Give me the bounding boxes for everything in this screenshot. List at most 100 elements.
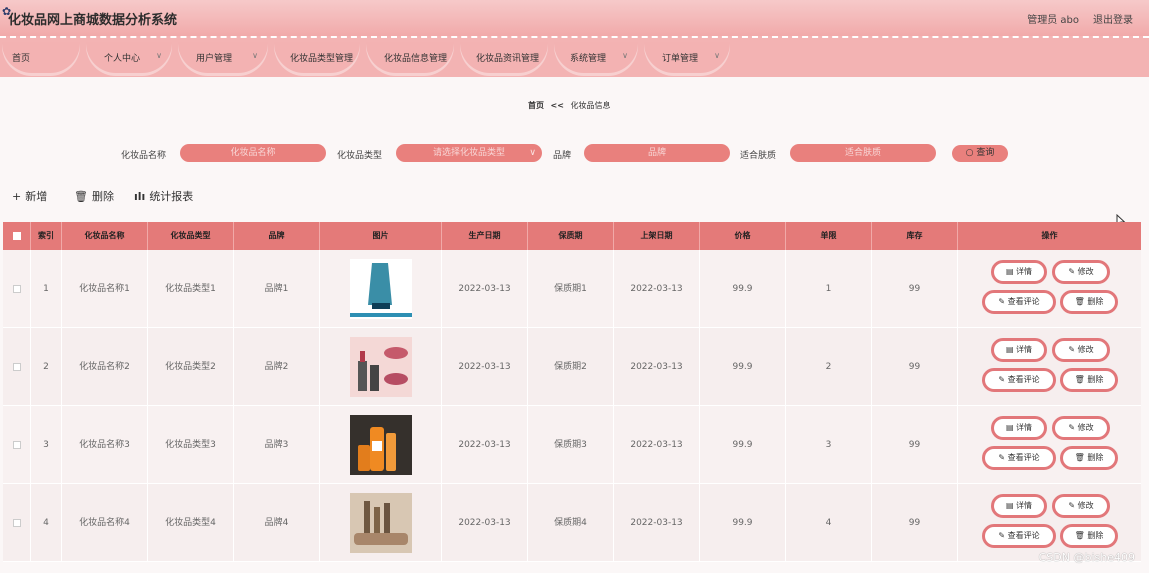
comments-button[interactable]: ✎ 查看评论 <box>982 290 1056 314</box>
row-checkbox-cell <box>3 328 31 406</box>
comments-button[interactable]: ✎ 查看评论 <box>982 446 1056 470</box>
detail-button[interactable]: ▤ 详情 <box>991 338 1047 362</box>
cell-type: 化妆品类型2 <box>148 328 234 406</box>
type-select[interactable]: 请选择化妆品类型 ∨ <box>396 144 542 162</box>
chevron-down-icon: ∨ <box>252 51 258 60</box>
nav-item-cosmetic-news[interactable]: 化妆品资讯管理 <box>460 42 548 76</box>
comments-button[interactable]: ✎ 查看评论 <box>982 524 1056 548</box>
app-title: 化妆品网上商城数据分析系统 <box>8 13 178 28</box>
edit-icon: ✎ <box>1068 423 1076 432</box>
skin-input[interactable]: 适合肤质 <box>790 144 936 162</box>
row-delete-button-label: 删除 <box>1087 531 1104 540</box>
nav-item-personal[interactable]: 个人中心 ∨ <box>86 42 172 76</box>
nav-item-cosmetic-types[interactable]: 化妆品类型管理 <box>274 42 360 76</box>
chevron-down-icon: ∨ <box>156 51 162 60</box>
cell-type: 化妆品类型1 <box>148 250 234 328</box>
row-checkbox[interactable] <box>12 362 21 371</box>
column-header: 保质期 <box>528 222 614 250</box>
type-select-value: 请选择化妆品类型 <box>432 148 505 158</box>
cell-prod-date: 2022-03-13 <box>442 484 528 562</box>
table-row: 2 化妆品名称2 化妆品类型2 品牌2 2022-03-13 保质期2 2022-03-13… <box>3 328 1141 406</box>
table-body: 1 化妆品名称1 化妆品类型1 品牌1 2022-03-13 保质期1 2022-03-13… <box>3 250 1141 562</box>
detail-button[interactable]: ▤ 详情 <box>991 494 1047 518</box>
cell-name: 化妆品名称4 <box>62 484 148 562</box>
cell-index: 2 <box>31 328 62 406</box>
product-image-cell <box>320 328 442 406</box>
cell-limit: 1 <box>786 250 872 328</box>
detail-button[interactable]: ▤ 详情 <box>991 416 1047 440</box>
cell-brand: 品牌1 <box>234 250 320 328</box>
add-button[interactable]: + 新增 <box>12 188 47 204</box>
table-row: 4 化妆品名称4 化妆品类型4 品牌4 2022-03-13 保质期4 2022-03-13… <box>3 484 1141 562</box>
row-checkbox[interactable] <box>12 284 21 293</box>
watermark: CSDN @bishe409 <box>1038 551 1135 564</box>
search-button[interactable]: ○ 查询 <box>952 145 1008 162</box>
cell-brand: 品牌4 <box>234 484 320 562</box>
edit-icon: ✎ <box>998 531 1006 540</box>
nav-item-cosmetic-info[interactable]: 化妆品信息管理 <box>366 42 454 76</box>
doc-icon: ▤ <box>1005 267 1014 276</box>
trash-icon: 🗑 <box>1074 297 1085 306</box>
nav-item-home[interactable]: 首页 <box>2 42 80 76</box>
nav-item-system[interactable]: 系统管理 ∨ <box>554 42 638 76</box>
breadcrumb-home[interactable]: 首页 <box>528 101 544 110</box>
column-header: 单限 <box>786 222 872 250</box>
cell-list-date: 2022-03-13 <box>614 484 700 562</box>
cell-brand: 品牌2 <box>234 328 320 406</box>
add-button-label: 新增 <box>25 190 48 203</box>
edit-button[interactable]: ✎ 修改 <box>1052 338 1110 362</box>
brand-input[interactable]: 品牌 <box>584 144 730 162</box>
trash-icon: 🗑 <box>74 190 88 203</box>
row-delete-button[interactable]: 🗑 删除 <box>1060 290 1118 314</box>
bar-chart-icon: ılı <box>134 190 146 203</box>
delete-button[interactable]: 🗑 删除 <box>74 188 114 204</box>
header-checkbox-cell <box>3 222 31 250</box>
edit-button[interactable]: ✎ 修改 <box>1052 494 1110 518</box>
cell-index: 1 <box>31 250 62 328</box>
row-delete-button[interactable]: 🗑 删除 <box>1060 446 1118 470</box>
name-input[interactable]: 化妆品名称 <box>180 144 326 162</box>
detail-button[interactable]: ▤ 详情 <box>991 260 1047 284</box>
nav-item-label: 化妆品资讯管理 <box>476 54 540 64</box>
edit-button[interactable]: ✎ 修改 <box>1052 260 1110 284</box>
column-header: 生产日期 <box>442 222 528 250</box>
name-label: 化妆品名称 <box>121 151 167 161</box>
product-image-cell <box>320 250 442 328</box>
cell-name: 化妆品名称2 <box>62 328 148 406</box>
cell-list-date: 2022-03-13 <box>614 250 700 328</box>
nav-item-label: 化妆品信息管理 <box>384 54 448 64</box>
comments-button[interactable]: ✎ 查看评论 <box>982 368 1056 392</box>
search-button-label: 查询 <box>976 148 995 158</box>
detail-button-label: 详情 <box>1016 501 1033 510</box>
row-delete-button-label: 删除 <box>1087 375 1104 384</box>
comments-button-label: 查看评论 <box>1007 531 1040 540</box>
cell-price: 99.9 <box>700 484 786 562</box>
breadcrumb-current: 化妆品信息 <box>570 101 611 110</box>
detail-button-label: 详情 <box>1016 423 1033 432</box>
cell-shelf-life: 保质期2 <box>528 328 614 406</box>
row-delete-button[interactable]: 🗑 删除 <box>1060 524 1118 548</box>
row-checkbox[interactable] <box>12 518 21 527</box>
comments-button-label: 查看评论 <box>1007 453 1040 462</box>
logout-link[interactable]: 退出登录 <box>1093 11 1133 26</box>
delete-button-label: 删除 <box>91 190 114 203</box>
cell-limit: 4 <box>786 484 872 562</box>
report-button[interactable]: ılı 统计报表 <box>134 188 193 204</box>
select-all-checkbox[interactable] <box>12 231 21 240</box>
nav-item-label: 个人中心 <box>104 54 141 64</box>
nav-item-users[interactable]: 用户管理 ∨ <box>178 42 268 76</box>
trash-icon: 🗑 <box>1074 531 1085 540</box>
brand-label: 品牌 <box>553 151 572 161</box>
cell-list-date: 2022-03-13 <box>614 328 700 406</box>
column-header: 索引 <box>31 222 62 250</box>
cell-type: 化妆品类型3 <box>148 406 234 484</box>
cell-prod-date: 2022-03-13 <box>442 328 528 406</box>
edit-button[interactable]: ✎ 修改 <box>1052 416 1110 440</box>
doc-icon: ▤ <box>1005 423 1014 432</box>
row-checkbox[interactable] <box>12 440 21 449</box>
edit-button-label: 修改 <box>1077 501 1094 510</box>
row-delete-button[interactable]: 🗑 删除 <box>1060 368 1118 392</box>
nav-item-orders[interactable]: 订单管理 ∨ <box>644 42 730 76</box>
cell-shelf-life: 保质期4 <box>528 484 614 562</box>
edit-button-label: 修改 <box>1077 423 1094 432</box>
